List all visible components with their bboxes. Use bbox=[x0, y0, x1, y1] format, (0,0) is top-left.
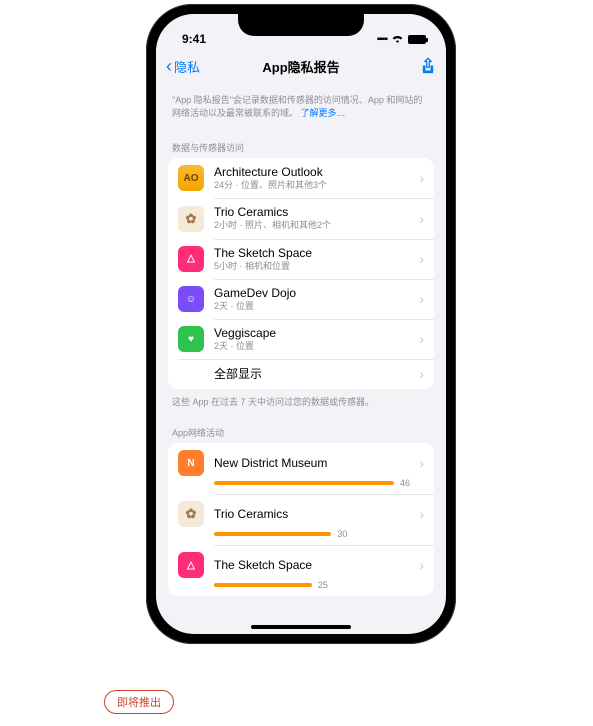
status-time: 9:41 bbox=[182, 32, 206, 46]
chevron-right-icon: › bbox=[419, 331, 424, 347]
chevron-right-icon: › bbox=[419, 366, 424, 382]
chevron-right-icon: › bbox=[419, 455, 424, 471]
section-footnote: 这些 App 在过去 7 天中访问过您的数据或传感器。 bbox=[168, 389, 434, 408]
nav-bar: ‹ 隐私 App隐私报告 bbox=[156, 48, 446, 84]
app-name: The Sketch Space bbox=[214, 558, 409, 573]
phone-screen: 9:41 ▪▪▪▪ ‹ 隐私 App隐私报告 " bbox=[156, 14, 446, 634]
show-all-label: 全部显示 bbox=[178, 367, 409, 382]
network-row[interactable]: △ The Sketch Space › 25 bbox=[168, 545, 434, 596]
app-icon: AO bbox=[178, 165, 204, 191]
app-row[interactable]: ☺ GameDev Dojo 2天 · 位置 › bbox=[168, 279, 434, 319]
activity-count: 25 bbox=[318, 580, 328, 590]
signal-icon: ▪▪▪▪ bbox=[377, 34, 387, 45]
app-detail: 2天 · 位置 bbox=[214, 301, 409, 312]
status-icons: ▪▪▪▪ bbox=[377, 32, 426, 46]
coming-soon-pill: 即将推出 bbox=[104, 690, 174, 714]
app-icon: ♥ bbox=[178, 326, 204, 352]
app-icon: N bbox=[178, 450, 204, 476]
app-name: Trio Ceramics bbox=[214, 507, 409, 522]
app-row[interactable]: AO Architecture Outlook 24分 · 位置、照片和其他3个… bbox=[168, 158, 434, 198]
app-icon: ☺ bbox=[178, 286, 204, 312]
app-detail: 24分 · 位置、照片和其他3个 bbox=[214, 180, 409, 191]
app-icon: ✿ bbox=[178, 501, 204, 527]
section-header-network: App网络活动 bbox=[168, 408, 434, 443]
app-name: New District Museum bbox=[214, 456, 409, 471]
back-label: 隐私 bbox=[174, 57, 200, 76]
chevron-right-icon: › bbox=[419, 557, 424, 573]
app-name: Trio Ceramics bbox=[214, 205, 409, 220]
chevron-right-icon: › bbox=[419, 506, 424, 522]
activity-bar bbox=[214, 532, 331, 536]
app-detail: 2小时 · 照片、相机和其他2个 bbox=[214, 220, 409, 231]
app-name: Architecture Outlook bbox=[214, 165, 409, 180]
show-all-row[interactable]: 全部显示 › bbox=[168, 359, 434, 389]
section-header-data-sensors: 数据与传感器访问 bbox=[168, 123, 434, 158]
app-icon: △ bbox=[178, 552, 204, 578]
network-row[interactable]: N New District Museum › 46 bbox=[168, 443, 434, 494]
page-title: App隐私报告 bbox=[262, 57, 339, 76]
home-indicator[interactable] bbox=[251, 625, 351, 629]
activity-bar bbox=[214, 481, 394, 485]
share-icon bbox=[420, 57, 436, 75]
activity-count: 30 bbox=[337, 529, 347, 539]
app-row[interactable]: ✿ Trio Ceramics 2小时 · 照片、相机和其他2个 › bbox=[168, 198, 434, 238]
app-detail: 2天 · 位置 bbox=[214, 341, 409, 352]
chevron-right-icon: › bbox=[419, 211, 424, 227]
network-activity-list: N New District Museum › 46 ✿ Trio Cerami… bbox=[168, 443, 434, 596]
intro-text: "App 隐私报告"会记录数据和传感器的访问情况、App 和网站的网络活动以及最… bbox=[168, 84, 434, 123]
learn-more-link[interactable]: 了解更多… bbox=[301, 108, 346, 118]
data-sensor-list: AO Architecture Outlook 24分 · 位置、照片和其他3个… bbox=[168, 158, 434, 389]
network-row[interactable]: ✿ Trio Ceramics › 30 bbox=[168, 494, 434, 545]
back-button[interactable]: ‹ 隐私 bbox=[166, 57, 200, 76]
app-name: The Sketch Space bbox=[214, 246, 409, 261]
app-icon: ✿ bbox=[178, 206, 204, 232]
app-name: Veggiscape bbox=[214, 326, 409, 341]
app-name: GameDev Dojo bbox=[214, 286, 409, 301]
chevron-right-icon: › bbox=[419, 251, 424, 267]
chevron-right-icon: › bbox=[419, 291, 424, 307]
phone-frame: 9:41 ▪▪▪▪ ‹ 隐私 App隐私报告 " bbox=[146, 4, 456, 644]
activity-bar bbox=[214, 583, 312, 587]
app-icon: △ bbox=[178, 246, 204, 272]
chevron-right-icon: › bbox=[419, 170, 424, 186]
app-row[interactable]: △ The Sketch Space 5小时 · 相机和位置 › bbox=[168, 239, 434, 279]
activity-count: 46 bbox=[400, 478, 410, 488]
app-row[interactable]: ♥ Veggiscape 2天 · 位置 › bbox=[168, 319, 434, 359]
battery-icon bbox=[408, 35, 426, 44]
notch bbox=[238, 14, 364, 36]
chevron-left-icon: ‹ bbox=[166, 57, 172, 75]
share-button[interactable] bbox=[420, 57, 436, 75]
wifi-icon bbox=[391, 32, 404, 46]
app-detail: 5小时 · 相机和位置 bbox=[214, 261, 409, 272]
content-scroll[interactable]: "App 隐私报告"会记录数据和传感器的访问情况、App 和网站的网络活动以及最… bbox=[156, 84, 446, 634]
